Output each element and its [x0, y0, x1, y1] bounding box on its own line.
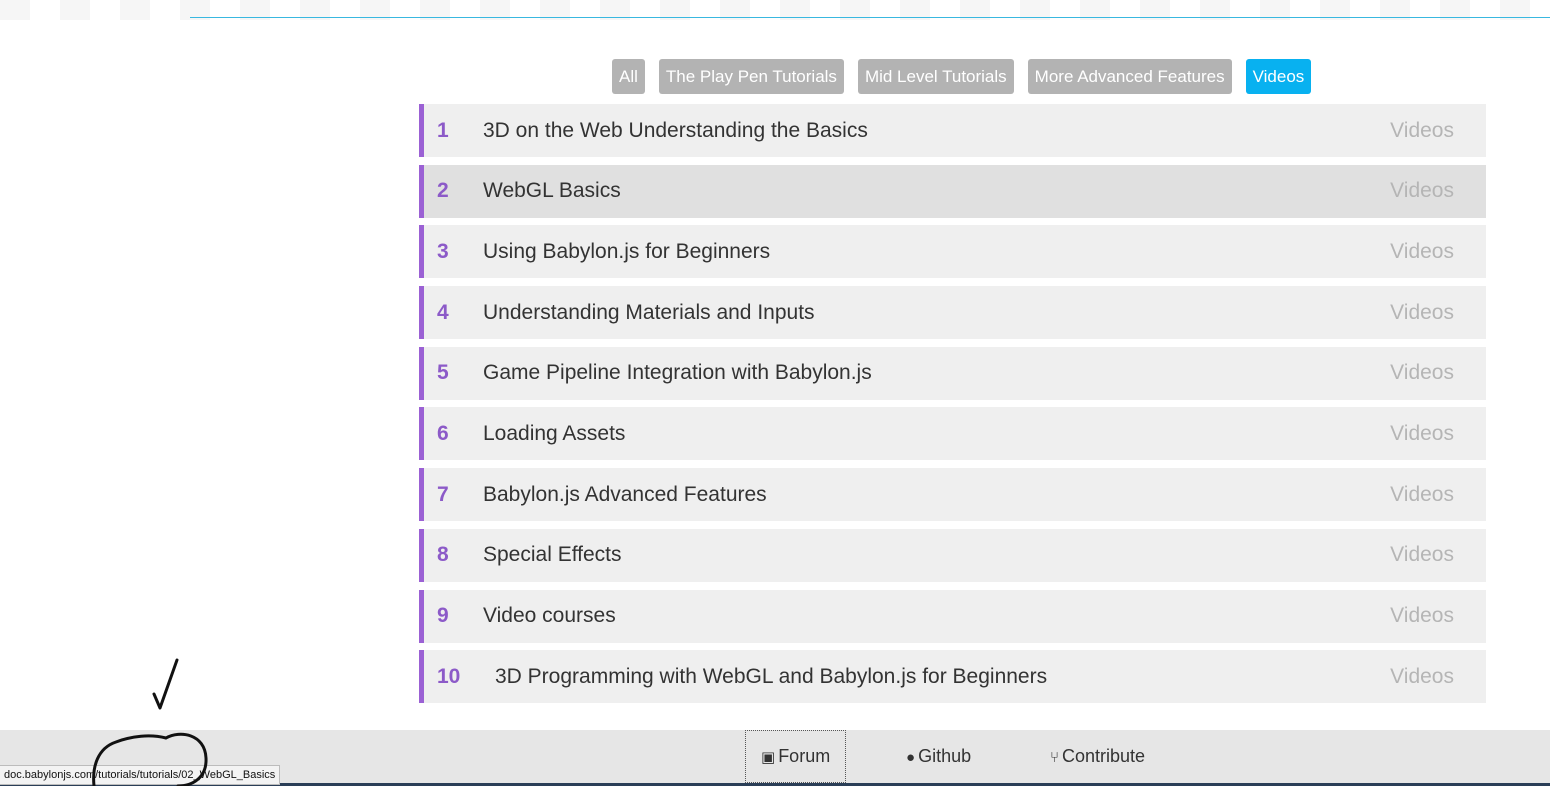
tutorial-number: 5	[437, 361, 449, 385]
tutorial-title: 3D on the Web Understanding the Basics	[483, 118, 868, 142]
tutorial-category: Videos	[1390, 179, 1454, 203]
tutorial-category: Videos	[1390, 300, 1454, 324]
tutorial-row[interactable]: 7 Babylon.js Advanced Features Videos	[419, 468, 1486, 522]
tutorial-row[interactable]: 9 Video courses Videos	[419, 589, 1486, 643]
tutorial-row[interactable]: 1 3D on the Web Understanding the Basics…	[419, 104, 1486, 157]
tutorial-row[interactable]: 2 WebGL Basics Videos	[419, 164, 1486, 218]
tutorial-title: Special Effects	[483, 543, 622, 567]
tutorial-row[interactable]: 8 Special Effects Videos	[419, 528, 1486, 582]
tutorial-title: WebGL Basics	[483, 179, 621, 203]
tutorial-number: 9	[437, 604, 449, 627]
tutorial-category: Videos	[1390, 543, 1454, 567]
tutorial-row[interactable]: 6 Loading Assets Videos	[419, 407, 1486, 461]
tutorial-title: Understanding Materials and Inputs	[483, 300, 815, 324]
tutorial-category: Videos	[1390, 421, 1454, 445]
tutorial-title: Video courses	[483, 604, 616, 627]
filter-advanced-button[interactable]: More Advanced Features	[1027, 59, 1232, 94]
git-branch-icon: ⑂	[1050, 749, 1060, 766]
github-link[interactable]: ● Github	[906, 730, 971, 783]
contribute-label: Contribute	[1062, 746, 1146, 766]
tutorial-row[interactable]: 5 Game Pipeline Integration with Babylon…	[419, 346, 1486, 400]
html5-icon: ▣	[761, 749, 776, 766]
tutorial-category: Videos	[1390, 239, 1454, 263]
tutorial-row[interactable]: 4 Understanding Materials and Inputs Vid…	[419, 286, 1486, 340]
tutorial-number: 2	[437, 179, 449, 203]
tutorial-title: 3D Programming with WebGL and Babylon.js…	[495, 664, 1048, 688]
github-icon: ●	[906, 749, 916, 766]
tutorial-title: Game Pipeline Integration with Babylon.j…	[483, 361, 872, 385]
tutorial-list: 1 3D on the Web Understanding the Basics…	[419, 104, 1486, 711]
filter-videos-button[interactable]: Videos	[1245, 59, 1312, 94]
filter-all-button[interactable]: All	[612, 59, 645, 94]
tutorial-category: Videos	[1390, 664, 1454, 688]
tutorial-number: 10	[437, 664, 461, 688]
github-label: Github	[918, 746, 972, 766]
tutorial-number: 6	[437, 421, 449, 445]
forum-link[interactable]: ▣ Forum	[745, 730, 847, 783]
tutorial-category: Videos	[1390, 361, 1454, 385]
status-bar-url: doc.babylonjs.com/tutorials/tutorials/02…	[0, 765, 281, 785]
tutorial-category: Videos	[1390, 118, 1454, 142]
tutorial-row[interactable]: 3 Using Babylon.js for Beginners Videos	[419, 225, 1486, 279]
tutorial-row[interactable]: 10 3D Programming with WebGL and Babylon…	[419, 650, 1486, 704]
tutorial-category: Videos	[1390, 482, 1454, 506]
tutorial-number: 1	[437, 118, 449, 142]
tutorial-category: Videos	[1390, 604, 1454, 627]
tutorial-number: 8	[437, 543, 449, 567]
header-divider	[190, 17, 1550, 18]
tutorial-number: 3	[437, 239, 449, 263]
tutorial-title: Babylon.js Advanced Features	[483, 482, 767, 506]
category-filters: All The Play Pen Tutorials Mid Level Tut…	[612, 59, 1312, 94]
tutorial-title: Using Babylon.js for Beginners	[483, 239, 771, 263]
forum-label: Forum	[778, 746, 831, 766]
tutorial-number: 4	[437, 300, 449, 324]
filter-mid-level-button[interactable]: Mid Level Tutorials	[857, 59, 1014, 94]
tutorial-number: 7	[437, 482, 449, 506]
contribute-link[interactable]: ⑂ Contribute	[1050, 730, 1145, 783]
tutorial-title: Loading Assets	[483, 421, 626, 445]
filter-play-pen-button[interactable]: The Play Pen Tutorials	[658, 59, 844, 94]
